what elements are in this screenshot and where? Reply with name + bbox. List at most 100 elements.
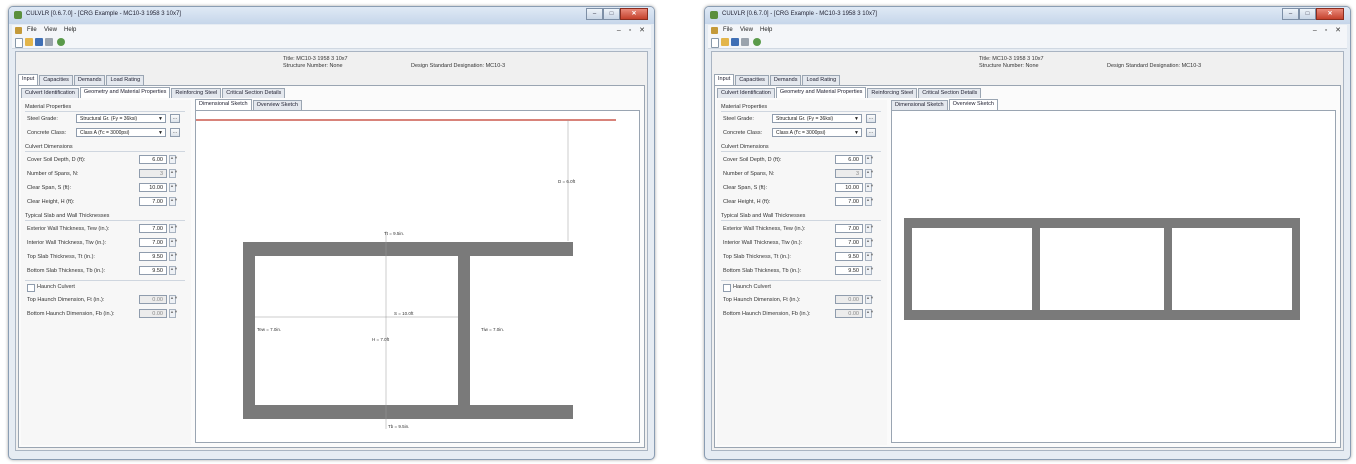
menu-help[interactable]: Help [760, 27, 772, 33]
ft-stepper[interactable]: ▲▼ [865, 295, 874, 304]
spans-stepper[interactable]: ▲▼ [169, 169, 178, 178]
tab-input[interactable]: Input [714, 74, 735, 85]
tab-reinforcing-steel[interactable]: Reinforcing Steel [171, 88, 222, 98]
save-icon[interactable] [35, 38, 43, 46]
tt-stepper[interactable]: ▲▼ [169, 252, 178, 261]
steel-grade-select[interactable]: Structural Gr. (Fy = 36ksi) ▼ [772, 114, 862, 123]
steel-grade-browse-button[interactable]: ... [866, 114, 876, 123]
clear-height-stepper[interactable]: ▲▼ [169, 197, 178, 206]
fb-input[interactable]: 0.00 [139, 309, 167, 318]
tab-dimensional-sketch[interactable]: Dimensional Sketch [891, 100, 948, 110]
maximize-button[interactable]: □ [1299, 8, 1316, 20]
document-icon[interactable] [711, 27, 718, 34]
clear-span-stepper[interactable]: ▲▼ [865, 183, 874, 192]
menu-file[interactable]: File [723, 27, 733, 33]
tiw-stepper[interactable]: ▲▼ [169, 238, 178, 247]
ft-input[interactable]: 0.00 [139, 295, 167, 304]
close-button[interactable]: ✕ [1316, 8, 1344, 20]
tiw-input[interactable]: 7.00 [835, 238, 863, 247]
tab-overview-sketch[interactable]: Overview Sketch [252, 100, 302, 110]
fb-stepper[interactable]: ▲▼ [169, 309, 178, 318]
clear-height-stepper[interactable]: ▲▼ [865, 197, 874, 206]
concrete-class-select[interactable]: Class A (f'c = 3000psi) ▼ [76, 128, 166, 137]
tab-load-rating[interactable]: Load Rating [106, 75, 145, 85]
cover-depth-input[interactable]: 6.00 [835, 155, 863, 164]
spans-input[interactable]: 3 [835, 169, 863, 178]
clear-span-input[interactable]: 10.00 [835, 183, 863, 192]
chevron-down-icon: ▼ [158, 116, 163, 122]
window-title: CULVLR [0.6.7.0] - [CRG Example - MC10-3… [722, 11, 877, 17]
cover-depth-stepper[interactable]: ▲▼ [169, 155, 178, 164]
clear-height-input[interactable]: 7.00 [139, 197, 167, 206]
new-file-icon[interactable] [711, 38, 719, 48]
menu-view[interactable]: View [44, 27, 57, 33]
ft-stepper[interactable]: ▲▼ [169, 295, 178, 304]
tb-input[interactable]: 9.50 [835, 266, 863, 275]
refresh-icon[interactable] [57, 38, 65, 46]
close-button[interactable]: ✕ [620, 8, 648, 20]
tab-capacities[interactable]: Capacities [39, 75, 73, 85]
ft-input[interactable]: 0.00 [835, 295, 863, 304]
maximize-button[interactable]: □ [603, 8, 620, 20]
cover-depth-stepper[interactable]: ▲▼ [865, 155, 874, 164]
clear-span-stepper[interactable]: ▲▼ [169, 183, 178, 192]
haunch-checkbox[interactable] [723, 284, 731, 292]
tab-culvert-identification[interactable]: Culvert Identification [717, 88, 775, 98]
mdi-controls[interactable]: – ▫ ✕ [1313, 26, 1344, 34]
tab-overview-sketch[interactable]: Overview Sketch [948, 99, 998, 110]
cover-depth-input[interactable]: 6.00 [139, 155, 167, 164]
menu-view[interactable]: View [740, 27, 753, 33]
menu-help[interactable]: Help [64, 27, 76, 33]
tew-stepper[interactable]: ▲▼ [169, 224, 178, 233]
menu-file[interactable]: File [27, 27, 37, 33]
spans-input[interactable]: 3 [139, 169, 167, 178]
mdi-controls[interactable]: – ▫ ✕ [617, 26, 648, 34]
print-icon[interactable] [45, 38, 53, 46]
title-bar[interactable]: CULVLR [0.6.7.0] - [CRG Example - MC10-3… [705, 7, 1350, 24]
tt-input[interactable]: 9.50 [139, 252, 167, 261]
tab-input[interactable]: Input [18, 74, 39, 85]
concrete-class-browse-button[interactable]: ... [170, 128, 180, 137]
steel-grade-select[interactable]: Structural Gr. (Fy = 36ksi) ▼ [76, 114, 166, 123]
clear-height-input[interactable]: 7.00 [835, 197, 863, 206]
tab-critical-section[interactable]: Critical Section Details [222, 88, 286, 98]
tew-stepper[interactable]: ▲▼ [865, 224, 874, 233]
tab-demands[interactable]: Demands [769, 75, 802, 85]
open-folder-icon[interactable] [25, 38, 33, 46]
tb-stepper[interactable]: ▲▼ [169, 266, 178, 275]
refresh-icon[interactable] [753, 38, 761, 46]
haunch-checkbox[interactable] [27, 284, 35, 292]
tab-dimensional-sketch[interactable]: Dimensional Sketch [195, 99, 252, 110]
tew-input[interactable]: 7.00 [835, 224, 863, 233]
tiw-input[interactable]: 7.00 [139, 238, 167, 247]
clear-span-input[interactable]: 10.00 [139, 183, 167, 192]
tab-geometry-material[interactable]: Geometry and Material Properties [775, 87, 867, 98]
tab-geometry-material[interactable]: Geometry and Material Properties [79, 87, 171, 98]
tew-input[interactable]: 7.00 [139, 224, 167, 233]
tab-capacities[interactable]: Capacities [735, 75, 769, 85]
document-icon[interactable] [15, 27, 22, 34]
print-icon[interactable] [741, 38, 749, 46]
tab-load-rating[interactable]: Load Rating [802, 75, 841, 85]
minimize-button[interactable]: – [586, 8, 603, 20]
save-icon[interactable] [731, 38, 739, 46]
tb-stepper[interactable]: ▲▼ [865, 266, 874, 275]
concrete-class-browse-button[interactable]: ... [866, 128, 876, 137]
tiw-stepper[interactable]: ▲▼ [865, 238, 874, 247]
fb-stepper[interactable]: ▲▼ [865, 309, 874, 318]
tb-input[interactable]: 9.50 [139, 266, 167, 275]
tab-reinforcing-steel[interactable]: Reinforcing Steel [867, 88, 918, 98]
open-folder-icon[interactable] [721, 38, 729, 46]
steel-grade-browse-button[interactable]: ... [170, 114, 180, 123]
tab-critical-section[interactable]: Critical Section Details [918, 88, 982, 98]
tab-culvert-identification[interactable]: Culvert Identification [21, 88, 79, 98]
concrete-class-select[interactable]: Class A (f'c = 3000psi) ▼ [772, 128, 862, 137]
tab-demands[interactable]: Demands [73, 75, 106, 85]
tt-input[interactable]: 9.50 [835, 252, 863, 261]
spans-stepper[interactable]: ▲▼ [865, 169, 874, 178]
minimize-button[interactable]: – [1282, 8, 1299, 20]
fb-input[interactable]: 0.00 [835, 309, 863, 318]
tt-stepper[interactable]: ▲▼ [865, 252, 874, 261]
title-bar[interactable]: CULVLR [0.6.7.0] - [CRG Example - MC10-3… [9, 7, 654, 24]
new-file-icon[interactable] [15, 38, 23, 48]
